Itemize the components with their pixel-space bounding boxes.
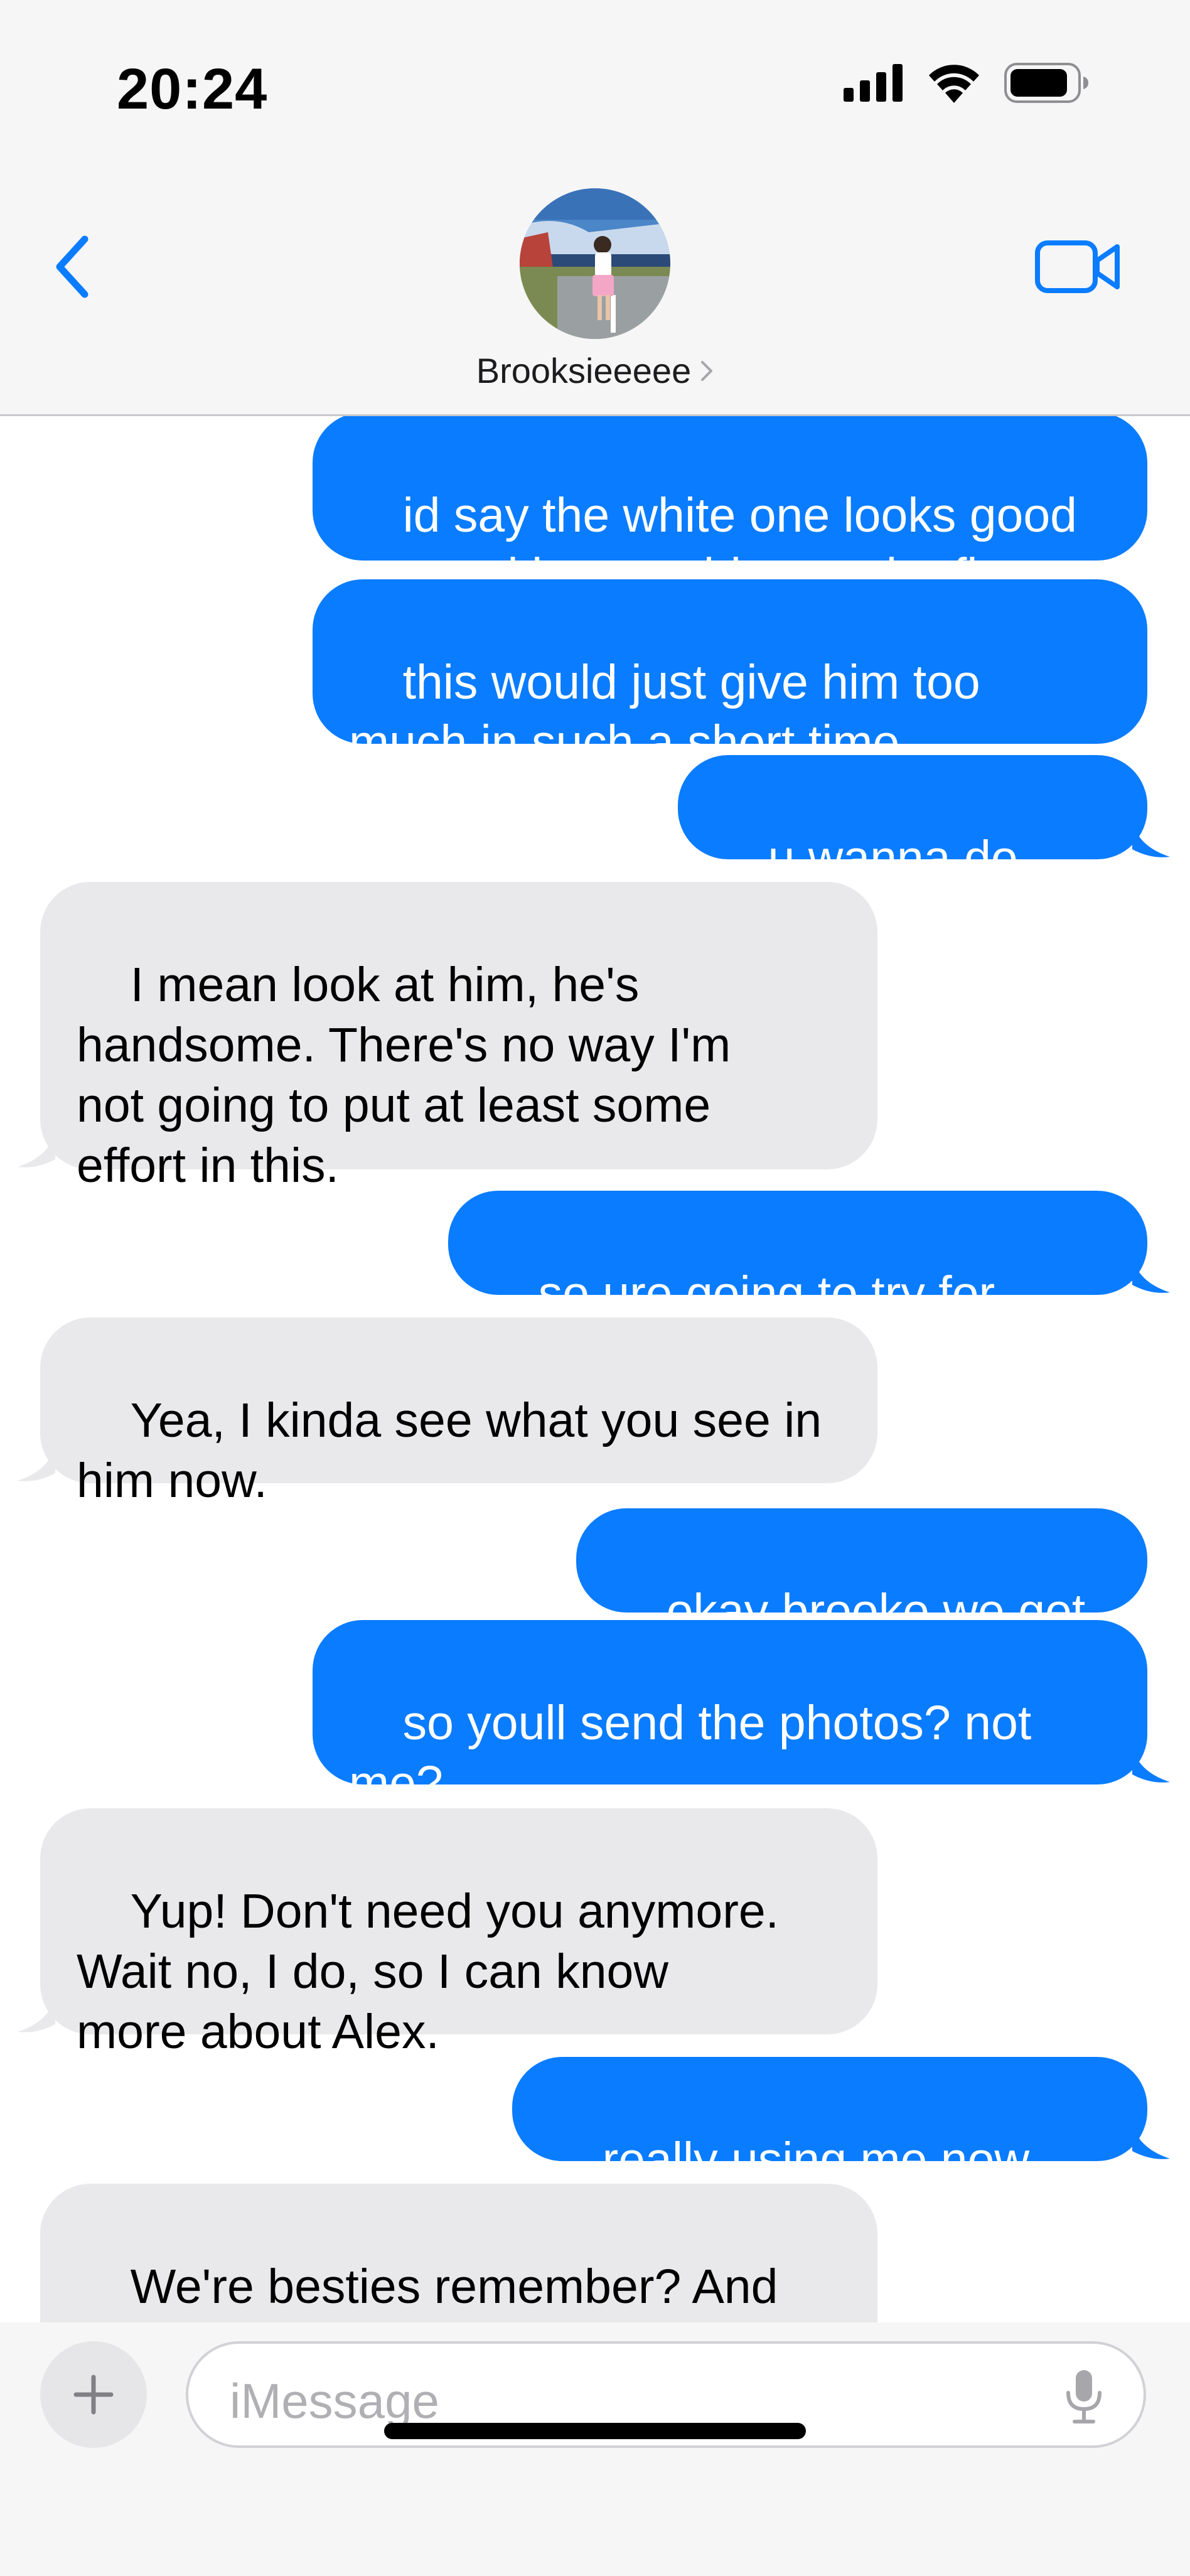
bubble-tail: [1132, 1747, 1170, 1783]
message-composer: iMessage: [0, 2322, 1190, 2576]
input-placeholder: iMessage: [230, 2373, 439, 2428]
microphone-icon[interactable]: [1062, 2368, 1106, 2424]
outgoing-message-bubble[interactable]: really using me now huh: [512, 2057, 1170, 2247]
wifi-icon: [929, 65, 979, 103]
message-list[interactable]: id say the white one looks good or go wi…: [0, 416, 1190, 2322]
chevron-left-icon: [56, 235, 88, 298]
outgoing-message-bubble[interactable]: okay brooke we get it: [576, 1508, 1147, 1699]
message-text: this would just give him too much in suc…: [349, 655, 980, 770]
outgoing-message-bubble[interactable]: u wanna do that?: [678, 755, 1170, 945]
battery-icon: [1004, 63, 1088, 103]
avatar-photo: [520, 188, 670, 339]
message-text: We're besties remember? And Alex sure is…: [77, 2260, 778, 2322]
status-bar: 20:24: [0, 0, 1190, 157]
message-text: I mean look at him, he's handsome. There…: [77, 958, 731, 1193]
apps-plus-button[interactable]: [40, 2341, 147, 2448]
bubble-tail: [1132, 2123, 1170, 2159]
contact-name: Brooksieeeee: [476, 351, 692, 390]
bubble-tail: [18, 1997, 55, 2032]
conversation-header: Brooksieeeee: [0, 157, 1190, 416]
facetime-video-button[interactable]: [1034, 235, 1122, 298]
contact-avatar[interactable]: [520, 188, 670, 339]
home-indicator[interactable]: [384, 2423, 806, 2439]
bubble-tail: [1132, 822, 1170, 857]
chevron-right-icon: [701, 360, 713, 381]
incoming-message-bubble[interactable]: Yup! Don't need you anymore. Wait no, I …: [18, 1808, 877, 2059]
plus-icon: [73, 2375, 114, 2415]
outgoing-message-bubble[interactable]: this would just give him too much in suc…: [313, 579, 1147, 770]
outgoing-message-bubble[interactable]: so youll send the photos? not me?: [313, 1620, 1170, 1810]
outgoing-message-bubble[interactable]: id say the white one looks good or go wi…: [313, 416, 1147, 603]
video-camera-icon: [1035, 240, 1120, 293]
outgoing-message-bubble[interactable]: so ure going to try for him?: [448, 1191, 1170, 1381]
status-icons: [844, 63, 1090, 103]
back-button[interactable]: [44, 226, 100, 308]
message-text: so youll send the photos? not me?: [349, 1696, 1032, 1810]
status-time: 20:24: [117, 57, 268, 121]
bubble-tail: [1132, 1257, 1170, 1293]
incoming-message-bubble[interactable]: I mean look at him, he's handsome. There…: [18, 882, 877, 1193]
message-text: Yup! Don't need you anymore. Wait no, I …: [77, 1884, 780, 2059]
bubble-tail: [18, 1446, 55, 1481]
contact-name-link[interactable]: Brooksieeeee: [0, 350, 1190, 391]
incoming-message-bubble[interactable]: We're besties remember? And Alex sure is…: [40, 2184, 877, 2322]
message-text: Yea, I kinda see what you see in him now…: [77, 1393, 822, 1508]
incoming-message-bubble[interactable]: Yea, I kinda see what you see in him now…: [18, 1318, 877, 1508]
cellular-signal-icon: [844, 64, 903, 102]
bubble-tail: [18, 1132, 55, 1167]
